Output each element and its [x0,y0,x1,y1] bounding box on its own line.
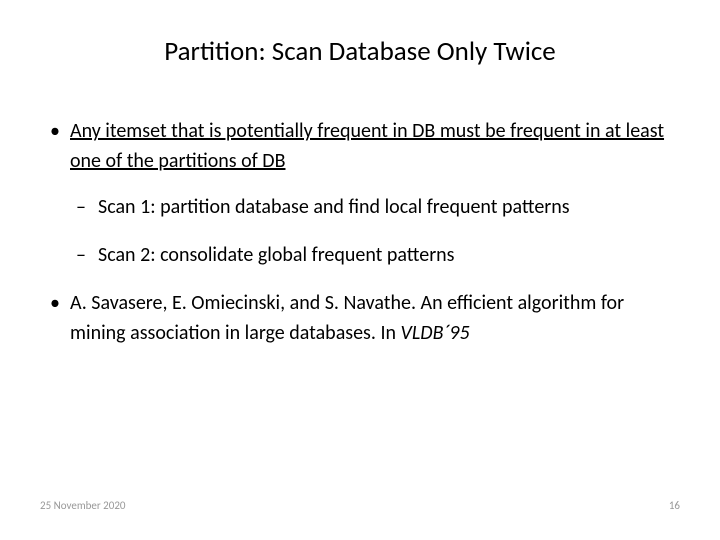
slide: Partition: Scan Database Only Twice Any … [0,0,720,540]
citation-in: In [380,321,400,345]
citation-authors: A. Savasere, E. Omiecinski, and S. Navat… [70,291,421,315]
citation-venue: VLDB´95 [401,321,470,345]
slide-content: Any itemset that is potentially frequent… [40,116,680,348]
bullet-list: Any itemset that is potentially frequent… [40,116,680,348]
footer-page-number: 16 [669,499,680,512]
sub-bullet-2: Scan 2: consolidate global frequent patt… [70,240,680,270]
sub-bullet-1: Scan 1: partition database and find loca… [70,192,680,222]
slide-footer: 25 November 2020 16 [40,499,680,512]
bullet-1-text: Any itemset that is potentially frequent… [70,119,664,173]
slide-title: Partition: Scan Database Only Twice [40,35,680,68]
bullet-item-1: Any itemset that is potentially frequent… [40,116,680,270]
footer-date: 25 November 2020 [40,499,126,512]
sub-bullet-list: Scan 1: partition database and find loca… [70,192,680,270]
bullet-item-2: A. Savasere, E. Omiecinski, and S. Navat… [40,288,680,348]
